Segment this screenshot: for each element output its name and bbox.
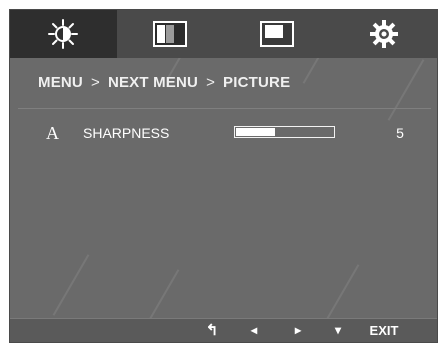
tab-settings[interactable] [330,10,437,58]
screen-glare [322,264,360,326]
screen-window-icon [259,21,294,47]
setting-row-sharpness[interactable]: A SHARPNESS 5 [10,122,437,144]
right-arrow-icon[interactable]: ▸ [288,319,308,342]
sun-icon [48,19,79,49]
down-arrow-icon[interactable]: ▾ [328,319,348,342]
contrast-bars-icon [153,21,188,47]
breadcrumb-picture: PICTURE [223,73,291,91]
setting-label: SHARPNESS [83,125,170,141]
left-arrow-icon[interactable]: ◂ [244,319,264,342]
screen-glare [52,254,90,316]
breadcrumb-separator: > [90,73,100,91]
setting-value: 5 [396,125,404,141]
tab-brightness[interactable] [10,10,117,58]
back-arrow-icon[interactable]: ↰ [202,319,222,342]
breadcrumb-separator: > [206,73,216,91]
exit-button[interactable]: EXIT [362,319,406,342]
breadcrumb-menu: MENU [38,73,83,91]
osd-menu-panel: MENU > NEXT MENU > PICTURE A SHARPNESS 5… [9,9,438,343]
tab-picture[interactable] [224,10,331,58]
screen-glare [387,59,425,121]
sharpness-level-bar[interactable] [234,126,335,138]
button-guide-bar: ↰ ◂ ▸ ▾ EXIT [10,318,437,342]
breadcrumb-next-menu: NEXT MENU [107,73,199,91]
menu-tab-bar [10,10,437,58]
gear-icon [369,20,398,48]
tab-contrast[interactable] [117,10,224,58]
breadcrumb: MENU > NEXT MENU > PICTURE [38,70,290,94]
header-divider [18,108,431,109]
sharpness-level-fill [236,128,275,136]
sharpness-a-icon: A [46,123,59,143]
